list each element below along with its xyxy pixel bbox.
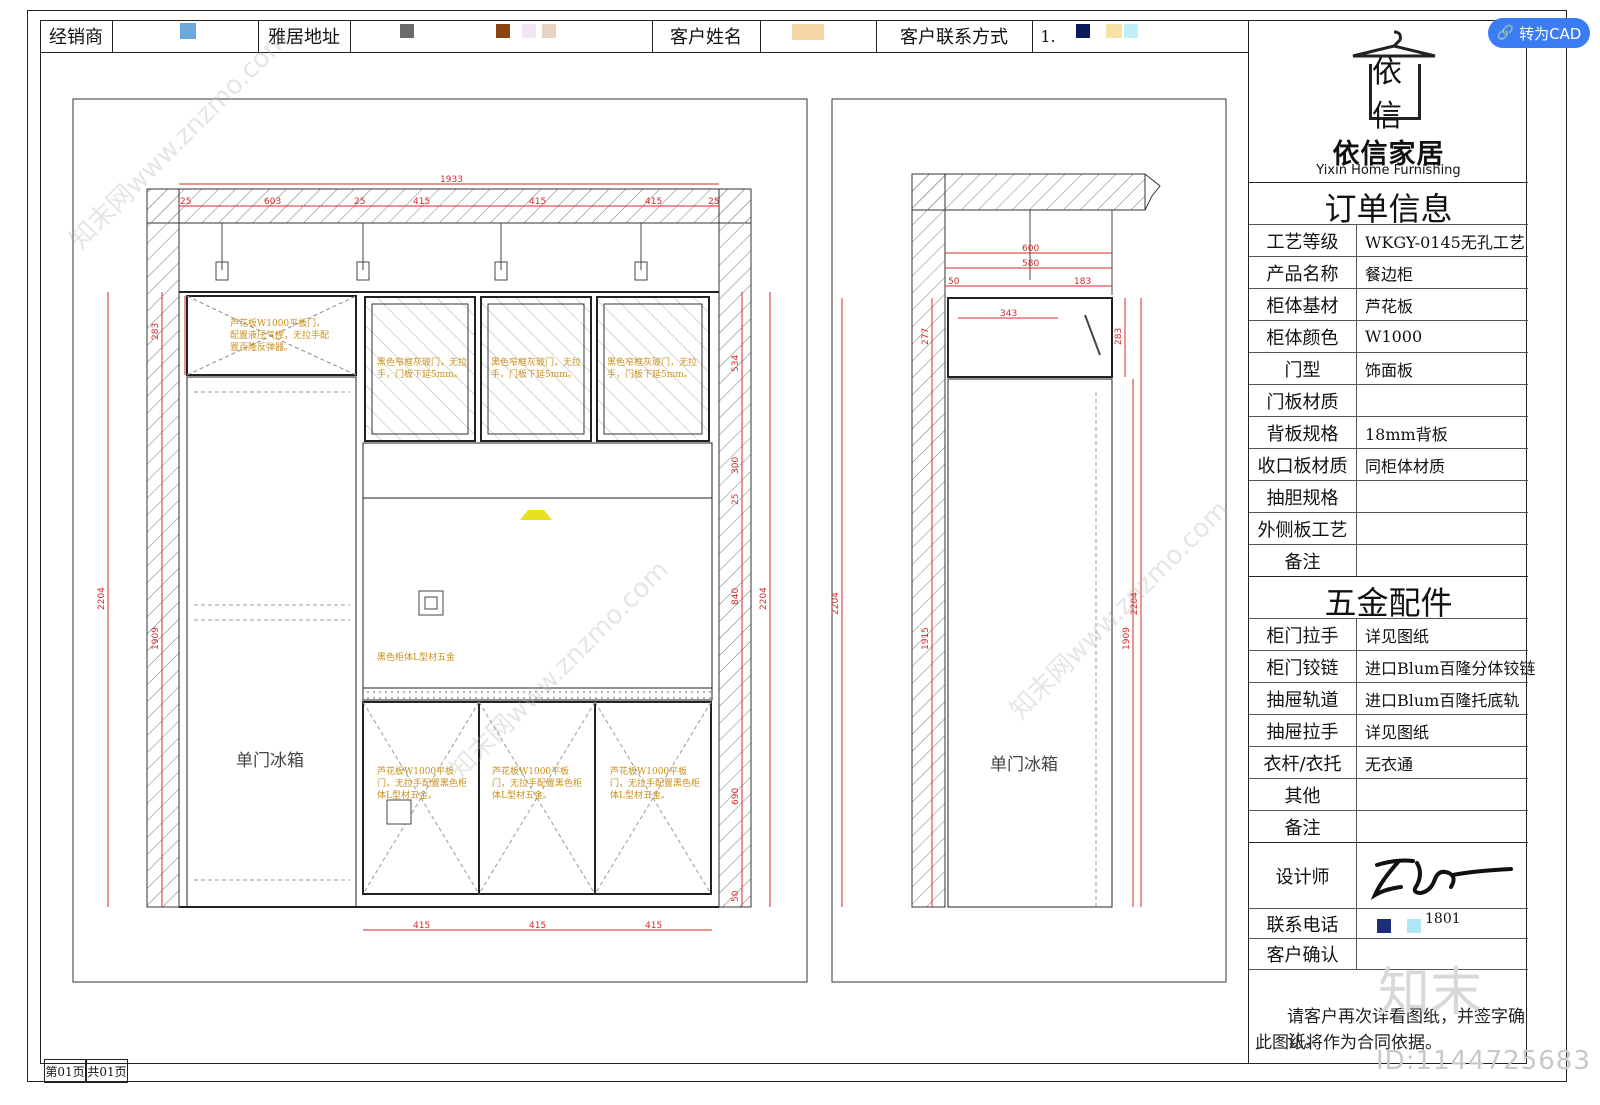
- side-wall-hatch: [911, 173, 946, 908]
- side-elevation: 600 580 50 183 343 2204 1915 277 283 190…: [831, 173, 1161, 908]
- phone-label: 联系电话: [1249, 909, 1357, 938]
- note-top-left-flap: 芦花板W1000平板门，配置液压气撑，无拉手配置百隆反弹器。: [230, 319, 330, 353]
- side-height-2: 1915: [921, 627, 931, 650]
- dim-overall-width: 1933: [440, 175, 463, 185]
- hardware-row-1: 柜门铰链 进口Blum百隆分体铰链: [1249, 650, 1535, 682]
- dim-top-6: 415: [645, 197, 662, 207]
- convert-cad-label: 转为CAD: [1519, 24, 1582, 43]
- customer-confirm-label: 客户确认: [1249, 939, 1357, 969]
- left-wall-hatch: [146, 188, 180, 908]
- wall-socket-lower: [386, 799, 412, 825]
- brand-name-en: Yixin Home Furnishing: [1316, 163, 1461, 178]
- side-height-4: 283: [1114, 328, 1124, 345]
- dim-right-6: 50: [731, 890, 741, 902]
- hardware-row-0: 柜门拉手 详见图纸: [1249, 618, 1528, 650]
- side-dim-3: 50: [948, 277, 960, 287]
- dim-top-4: 415: [413, 197, 430, 207]
- order-row-7: 收口板材质 同柜体材质: [1249, 448, 1528, 480]
- logo-house: 依信: [1369, 55, 1421, 134]
- corner-watermark: 知末: [1378, 963, 1483, 1023]
- hardware-row-3: 抽屉拉手 详见图纸: [1249, 714, 1528, 746]
- designer-signature: [1370, 858, 1513, 900]
- order-row-2: 柜体基材 芦花板: [1249, 288, 1528, 320]
- order-row-6: 背板规格 18mm背板: [1249, 416, 1528, 448]
- wall-socket-front: [418, 590, 444, 616]
- phone-swatch-2: [1407, 919, 1421, 933]
- side-dim-4: 183: [1074, 277, 1091, 287]
- side-height-3: 277: [921, 328, 931, 345]
- id-watermark: ID:1144725683: [1376, 1046, 1591, 1076]
- side-height-1: 2204: [831, 592, 841, 615]
- dim-bottom-3: 415: [645, 921, 662, 931]
- order-row-1: 产品名称 餐边柜: [1249, 256, 1528, 288]
- phone-swatch-1: [1377, 919, 1391, 933]
- phone-row: 联系电话 1801: [1249, 908, 1528, 938]
- side-dim-1: 600: [1022, 244, 1039, 254]
- designer-row: 设计师: [1249, 842, 1528, 908]
- note-glass-door-3: 黑色窄框灰玻门，无拉手，门板下延5mm。: [607, 358, 698, 380]
- note-glass-door-2: 黑色窄框灰玻门，无拉手，门板下延5mm。: [491, 358, 582, 380]
- dim-top-3: 25: [354, 197, 365, 207]
- hardware-section: 五金配件 柜门拉手 详见图纸 柜门铰链 进口Blum百隆分体铰链 抽屉轨道 进口Blu…: [1249, 576, 1535, 842]
- hardware-row-2: 抽屉轨道 进口Blum百隆托底轨: [1249, 682, 1528, 714]
- note-lower-door-2: 芦花板W1000平板门，无拉手配置黑色柜体L型材五金。: [492, 767, 583, 801]
- side-ceiling-hatch: [911, 173, 1146, 211]
- dim-left-1: 2204: [97, 587, 107, 610]
- dim-bottom-1: 415: [413, 921, 430, 931]
- dim-top-1: 25: [180, 197, 191, 207]
- page-number: 第01页: [44, 1059, 86, 1083]
- note-glass-door-1: 黑色窄框灰玻门，无拉手，门板下延5mm。: [377, 358, 468, 380]
- hardware-row-6: 备注: [1249, 810, 1528, 842]
- side-dim-5: 343: [1000, 309, 1017, 319]
- dim-top-2: 603: [264, 197, 281, 207]
- order-row-3: 柜体颜色 W1000: [1249, 320, 1528, 352]
- hardware-row-5: 其他: [1249, 778, 1528, 810]
- side-height-5: 1909: [1122, 627, 1132, 650]
- phone-value: 1801: [1425, 911, 1461, 927]
- brand-logo: 依信 依信家居 Yixin Home Furnishing: [1249, 20, 1528, 182]
- dim-right-7: 2204: [759, 587, 769, 610]
- logo-chars: 依信: [1372, 54, 1402, 134]
- dim-right-2: 300: [731, 457, 741, 474]
- dim-right-3: 25: [731, 494, 741, 505]
- order-info-section: 订单信息 工艺等级 WKGY-0145无孔工艺 产品名称 餐边柜 柜体基材 芦花板 柜…: [1249, 182, 1528, 584]
- fridge-cavity: [186, 376, 357, 908]
- title-block: 依信 依信家居 Yixin Home Furnishing 订单信息 工艺等级 W…: [1248, 20, 1535, 1064]
- front-fridge-label: 单门冰箱: [236, 751, 304, 771]
- cad-drawing: 1933 25 603 25 415 415 415 25 415 415 41…: [72, 98, 1227, 983]
- order-row-0: 工艺等级 WKGY-0145无孔工艺: [1249, 224, 1528, 256]
- note-lower-door-3: 芦花板W1000平板门，无拉手配置黑色柜体L型材五金。: [610, 767, 701, 801]
- dim-top-7: 25: [708, 197, 719, 207]
- dim-bottom-2: 415: [529, 921, 546, 931]
- dim-left-3: 283: [151, 323, 161, 340]
- dim-right-1: 534: [731, 355, 741, 372]
- front-elevation: 1933 25 603 25 415 415 415 25 415 415 41…: [97, 175, 771, 931]
- order-row-4: 门型 饰面板: [1249, 352, 1528, 384]
- order-row-10: 备注: [1249, 544, 1528, 576]
- hardware-row-4: 衣杆/衣托 无衣通: [1249, 746, 1528, 778]
- order-row-9: 外侧板工艺: [1249, 512, 1528, 544]
- dim-right-4: 840: [731, 588, 741, 605]
- designer-label: 设计师: [1249, 843, 1357, 908]
- side-fridge-label: 单门冰箱: [990, 755, 1058, 775]
- order-row-8: 抽胆规格: [1249, 480, 1528, 512]
- dim-left-2: 1909: [151, 627, 161, 650]
- dim-right-5: 690: [731, 788, 741, 805]
- dim-top-5: 415: [529, 197, 546, 207]
- side-dim-2: 580: [1022, 259, 1039, 269]
- side-top-cabinet: [947, 297, 1113, 378]
- page-total: 共01页: [86, 1059, 128, 1083]
- order-row-5: 门板材质: [1249, 384, 1528, 416]
- note-l-profile: 黑色柜体L型材五金: [377, 653, 455, 663]
